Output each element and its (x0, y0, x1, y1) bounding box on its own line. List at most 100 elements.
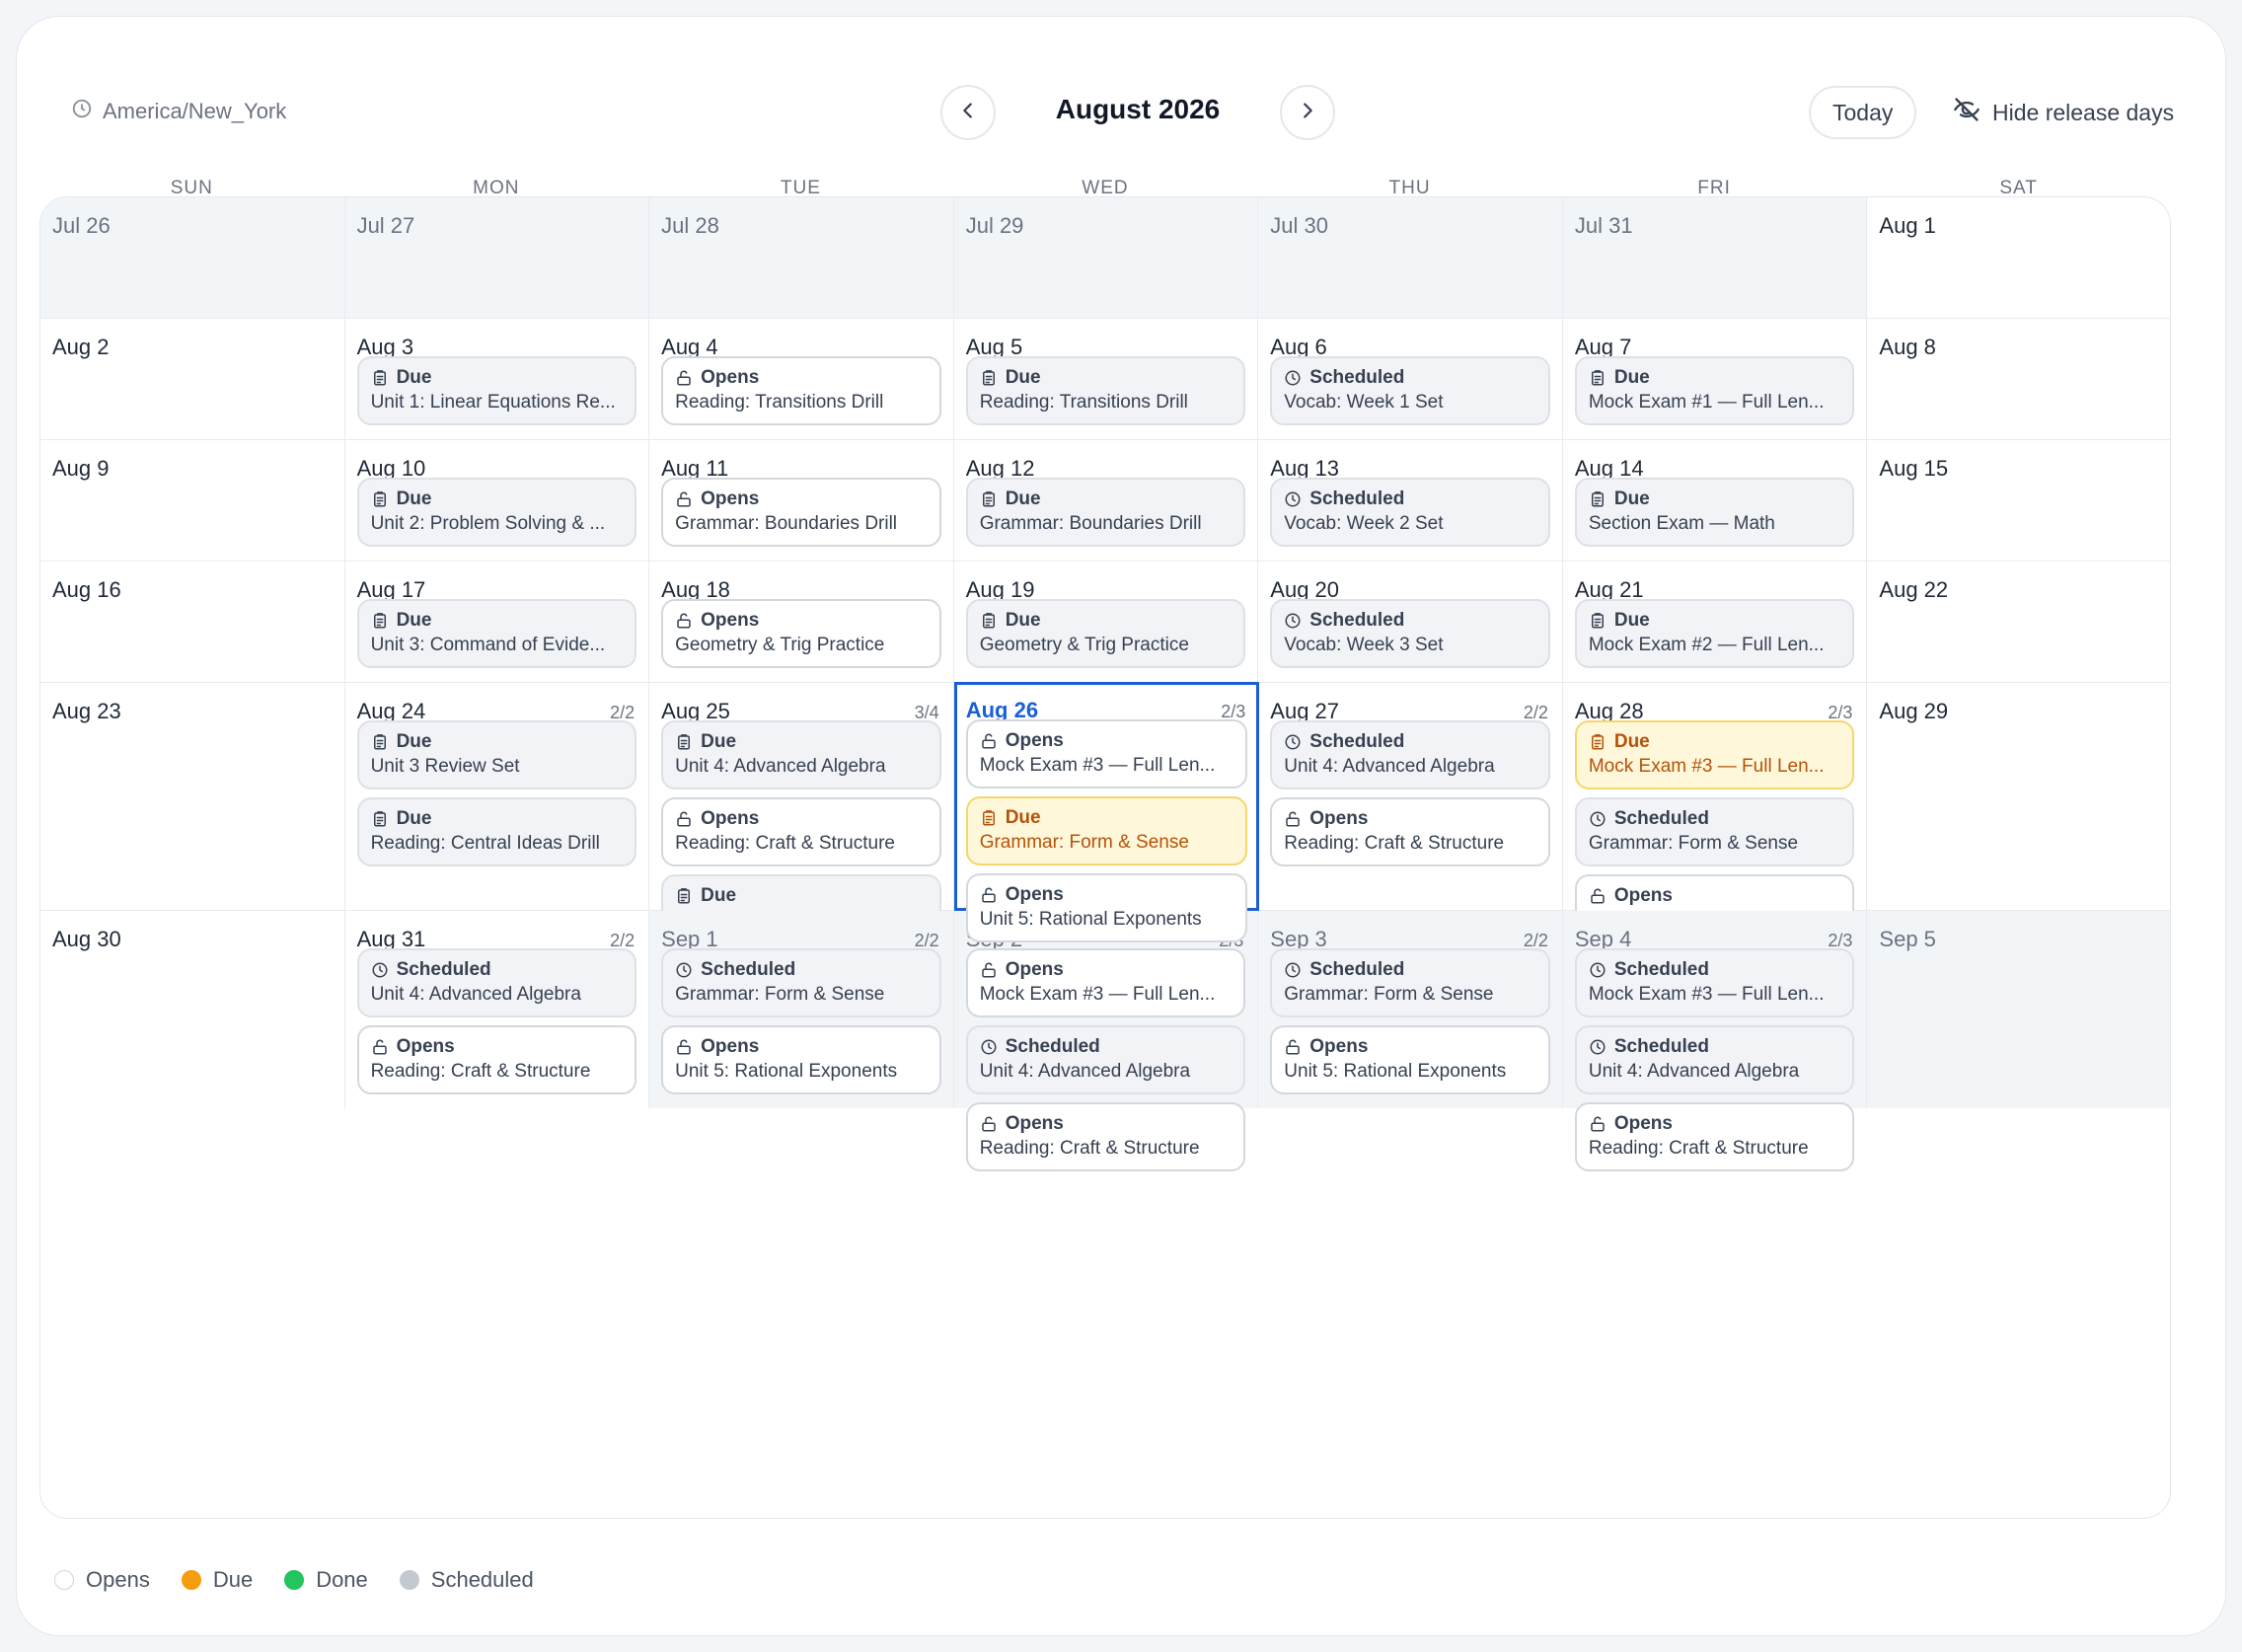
event-status-label: Opens (396, 1036, 455, 1057)
event-opens[interactable]: Opens Reading: Craft & Structure (1574, 1102, 1855, 1171)
event-status: Opens (1589, 1112, 1841, 1136)
event-sched[interactable]: Scheduled Grammar: Form & Sense (1270, 948, 1550, 1017)
event-due[interactable]: Due Geometry & Trig Practice (965, 599, 1246, 668)
day-number: Aug 29 (1879, 699, 1949, 723)
day-cell[interactable]: Jul 26 (40, 197, 345, 319)
day-cell[interactable]: Aug 7 Due Mock Exam #1 — Full Len... (1562, 319, 1868, 440)
event-due[interactable]: Due Section Exam — Math (1574, 478, 1855, 547)
event-status: Due (1589, 366, 1841, 390)
day-cell[interactable]: Aug 30 (40, 911, 345, 1108)
event-status-label: Due (1005, 488, 1041, 509)
event-opens[interactable]: Opens Reading: Craft & Structure (356, 1025, 637, 1094)
event-due[interactable]: Due Unit 3 Review Set (356, 720, 637, 789)
day-cell[interactable]: Aug 27 2/2 Scheduled Unit 4: Advanced Algeb… (1258, 683, 1563, 911)
day-cell[interactable]: Aug 15 (1867, 440, 2170, 562)
event-due[interactable]: Due Unit 2: Problem Solving & ... (356, 478, 637, 547)
day-cell[interactable]: Aug 4 Opens Reading: Transitions Drill (649, 319, 954, 440)
month-grid: Jul 26 Jul 27 Jul 28 Jul 29 Jul 30 Jul 31 Aug … (39, 196, 2171, 1519)
day-cell[interactable]: Sep 5 (1867, 911, 2170, 1108)
event-status: Due (980, 806, 1234, 830)
event-status: Scheduled (1284, 488, 1536, 511)
day-cell[interactable]: Sep 1 2/2 Scheduled Grammar: Form & Sense Op… (649, 911, 954, 1108)
event-status-label: Scheduled (1613, 959, 1709, 980)
event-due[interactable]: Due Grammar: Boundaries Drill (965, 478, 1246, 547)
event-sched[interactable]: Scheduled Unit 4: Advanced Algebra (356, 948, 637, 1017)
event-sched[interactable]: Scheduled Vocab: Week 2 Set (1270, 478, 1550, 547)
day-cell[interactable]: Aug 3 Due Unit 1: Linear Equations Re... (344, 319, 650, 440)
event-opens[interactable]: Opens Reading: Craft & Structure (1270, 797, 1550, 866)
event-opens[interactable]: Opens Reading: Transitions Drill (661, 356, 941, 425)
event-due[interactable]: Due Reading: Central Ideas Drill (356, 797, 637, 866)
day-cell[interactable]: Jul 30 (1258, 197, 1563, 319)
day-cell[interactable]: Sep 4 2/3 Scheduled Mock Exam #3 — Full Len… (1562, 911, 1868, 1171)
previous-month-button[interactable] (940, 85, 996, 140)
clock-icon (1284, 612, 1302, 630)
event-opens[interactable]: Opens Reading: Craft & Structure (661, 797, 941, 866)
day-cell[interactable]: Aug 17 Due Unit 3: Command of Evide... (344, 562, 650, 683)
event-sched[interactable]: Scheduled Unit 4: Advanced Algebra (965, 1025, 1246, 1094)
day-cell[interactable]: Aug 9 (40, 440, 345, 562)
event-title: Unit 4: Advanced Algebra (979, 1061, 1191, 1082)
hide-release-days-button[interactable]: Hide release days (1953, 96, 2174, 129)
event-due[interactable]: Due Unit 4: Advanced Algebra (661, 720, 941, 789)
event-sched[interactable]: Scheduled Vocab: Week 1 Set (1270, 356, 1550, 425)
event-sched[interactable]: Scheduled Grammar: Form & Sense (1574, 797, 1855, 866)
day-cell[interactable]: Aug 16 (40, 562, 345, 683)
event-due[interactable]: Due Grammar: Form & Sense (965, 796, 1248, 865)
day-cell[interactable]: Aug 21 Due Mock Exam #2 — Full Len... (1562, 562, 1868, 683)
event-sched[interactable]: Scheduled Mock Exam #3 — Full Len... (1574, 948, 1855, 1017)
day-cell[interactable]: Aug 5 Due Reading: Transitions Drill (953, 319, 1259, 440)
day-cell[interactable]: Aug 26 2/3 Opens Mock Exam #3 — Full Len...… (953, 682, 1260, 942)
event-title: Grammar: Form & Sense (979, 832, 1189, 853)
event-sched[interactable]: Scheduled Unit 4: Advanced Algebra (1270, 720, 1550, 789)
day-cell[interactable]: Aug 18 Opens Geometry & Trig Practice (649, 562, 954, 683)
day-cell[interactable]: Aug 19 Due Geometry & Trig Practice (953, 562, 1259, 683)
day-cell[interactable]: Aug 2 (40, 319, 345, 440)
event-sched[interactable]: Scheduled Unit 4: Advanced Algebra (1574, 1025, 1855, 1094)
day-cell[interactable]: Aug 31 2/2 Scheduled Unit 4: Advanced Algeb… (345, 911, 650, 1108)
event-opens[interactable]: Opens Grammar: Boundaries Drill (661, 478, 941, 547)
day-cell[interactable]: Aug 6 Scheduled Vocab: Week 1 Set (1258, 319, 1563, 440)
day-cell[interactable]: Aug 11 Opens Grammar: Boundaries Drill (649, 440, 954, 562)
clipboard-icon (675, 887, 693, 905)
day-cell[interactable]: Aug 24 2/2 Due Unit 3 Review Set Due Reading:… (344, 683, 650, 911)
event-opens[interactable]: Opens Mock Exam #3 — Full Len... (965, 948, 1246, 1017)
day-cell[interactable]: Aug 13 Scheduled Vocab: Week 2 Set (1258, 440, 1563, 562)
event-due[interactable]: Due Mock Exam #1 — Full Len... (1574, 356, 1855, 425)
event-due[interactable]: Due Reading: Transitions Drill (965, 356, 1246, 425)
event-title: Reading: Craft & Structure (1588, 1138, 1809, 1159)
event-due[interactable]: Due Unit 1: Linear Equations Re... (356, 356, 637, 425)
next-month-button[interactable] (1280, 85, 1335, 140)
day-cell[interactable]: Aug 12 Due Grammar: Boundaries Drill (953, 440, 1259, 562)
day-cell[interactable]: Aug 10 Due Unit 2: Problem Solving & ... (344, 440, 650, 562)
day-cell[interactable]: Aug 1 (1867, 197, 2170, 319)
event-opens[interactable]: Opens Unit 5: Rational Exponents (965, 873, 1248, 942)
event-due[interactable]: Due Mock Exam #3 — Full Len... (1574, 720, 1855, 789)
day-number: Aug 30 (52, 927, 121, 951)
day-cell[interactable]: Jul 29 (953, 197, 1259, 319)
day-cell[interactable]: Aug 29 (1867, 683, 2170, 911)
event-opens[interactable]: Opens Unit 5: Rational Exponents (661, 1025, 941, 1094)
day-cell[interactable]: Aug 28 2/3 Due Mock Exam #3 — Full Len... Sc… (1562, 683, 1868, 943)
clipboard-icon (1589, 490, 1607, 508)
today-button[interactable]: Today (1809, 86, 1917, 139)
day-cell[interactable]: Aug 14 Due Section Exam — Math (1562, 440, 1868, 562)
day-cell[interactable]: Jul 31 (1562, 197, 1868, 319)
event-opens[interactable]: Opens Unit 5: Rational Exponents (1270, 1025, 1550, 1094)
event-opens[interactable]: Opens Mock Exam #3 — Full Len... (965, 719, 1248, 788)
day-cell[interactable]: Aug 23 (40, 683, 345, 911)
day-cell[interactable]: Aug 8 (1867, 319, 2170, 440)
day-cell[interactable]: Aug 20 Scheduled Vocab: Week 3 Set (1258, 562, 1563, 683)
day-cell[interactable]: Aug 25 3/4 Due Unit 4: Advanced Algebra Open… (649, 683, 954, 983)
event-opens[interactable]: Opens Geometry & Trig Practice (661, 599, 941, 668)
day-cell[interactable]: Aug 22 (1867, 562, 2170, 683)
event-sched[interactable]: Scheduled Grammar: Form & Sense (661, 948, 941, 1017)
event-due[interactable]: Due Unit 3: Command of Evide... (356, 599, 637, 668)
event-opens[interactable]: Opens Reading: Craft & Structure (965, 1102, 1246, 1171)
day-cell[interactable]: Sep 3 2/2 Scheduled Grammar: Form & Sense Op… (1258, 911, 1563, 1108)
event-due[interactable]: Due Mock Exam #2 — Full Len... (1574, 599, 1855, 668)
clipboard-icon (980, 809, 998, 827)
day-cell[interactable]: Jul 28 (649, 197, 954, 319)
event-sched[interactable]: Scheduled Vocab: Week 3 Set (1270, 599, 1550, 668)
day-cell[interactable]: Jul 27 (344, 197, 650, 319)
